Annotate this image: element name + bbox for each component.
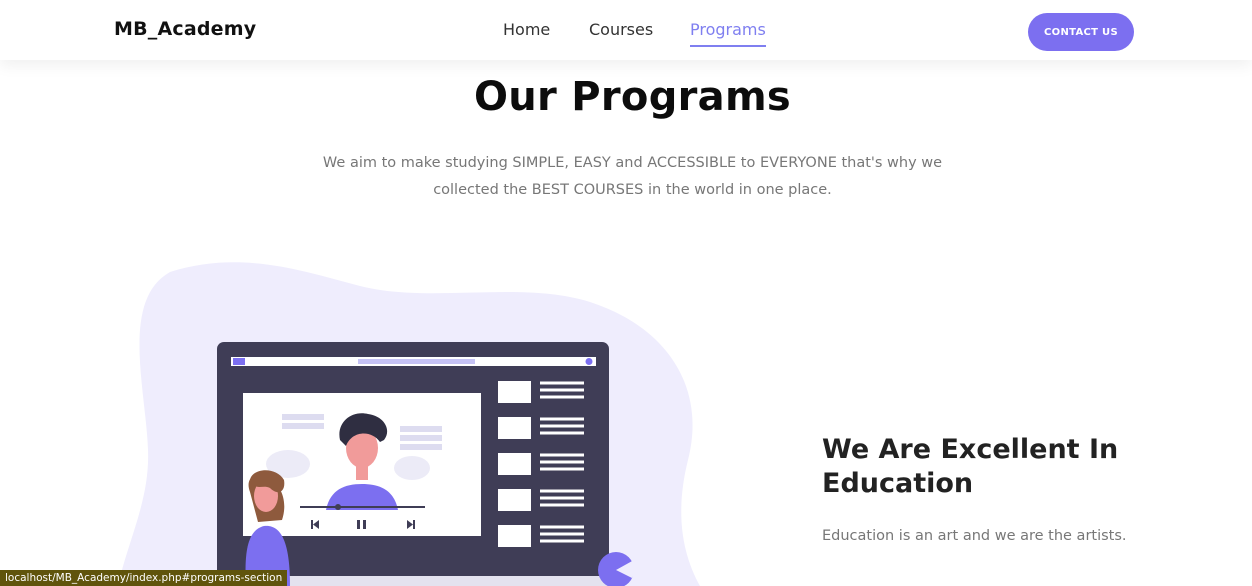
contact-us-button[interactable]: CONTACT US bbox=[1028, 13, 1134, 51]
section-subtitle: We aim to make studying SIMPLE, EASY and… bbox=[322, 155, 943, 198]
nav-home-link[interactable]: Home bbox=[503, 20, 550, 39]
status-bar-url: localhost/MB_Academy/index.php#programs-… bbox=[0, 570, 288, 586]
section-title: Our Programs bbox=[473, 74, 792, 120]
navbar: MB_Academy Home Courses Programs CONTACT… bbox=[0, 0, 1252, 60]
online-learning-illustration bbox=[118, 262, 700, 586]
feature-text: Education is an art and we are the artis… bbox=[822, 528, 1127, 544]
nav-programs-link[interactable]: Programs bbox=[690, 20, 766, 47]
feature-heading: We Are Excellent In Education bbox=[822, 434, 1119, 499]
nav-courses-link[interactable]: Courses bbox=[589, 20, 653, 39]
